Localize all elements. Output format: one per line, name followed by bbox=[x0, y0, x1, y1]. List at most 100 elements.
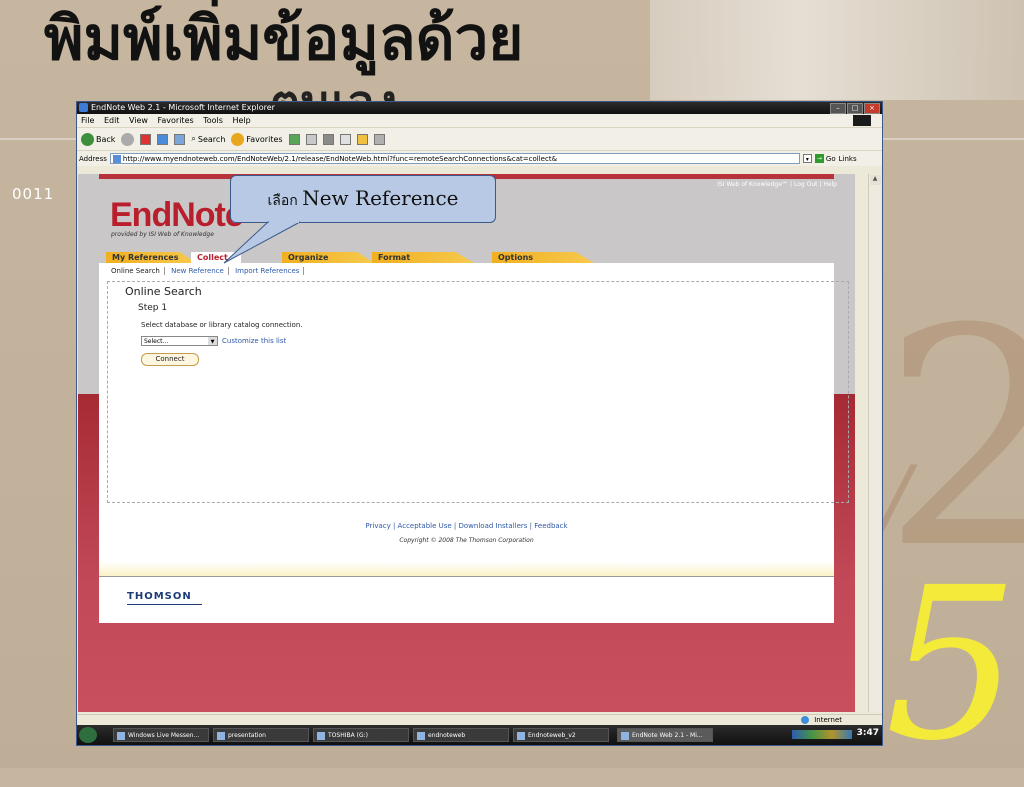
step-heading: Step 1 bbox=[138, 303, 168, 313]
task-presentation[interactable]: presentation bbox=[213, 728, 309, 742]
subnav-new-reference[interactable]: New Reference bbox=[167, 267, 229, 275]
menu-view[interactable]: View bbox=[129, 116, 148, 125]
connect-button[interactable]: Connect bbox=[141, 353, 199, 366]
back-label: Back bbox=[96, 134, 116, 144]
taskbar: Windows Live Messen... presentation TOSH… bbox=[77, 725, 882, 745]
header-links[interactable]: ISI Web of Knowledge℠ | Log Out | Help bbox=[717, 181, 837, 188]
messenger-icon bbox=[117, 732, 125, 740]
back-button[interactable]: Back bbox=[81, 132, 116, 146]
instruction-text: Select database or library catalog conne… bbox=[141, 321, 303, 329]
task-label: EndNote Web 2.1 - Mi... bbox=[632, 732, 703, 739]
thomson-band: THOMSON bbox=[99, 576, 834, 623]
address-url: http://www.myendnoteweb.com/EndNoteWeb/2… bbox=[122, 155, 558, 163]
subnav-import-references[interactable]: Import References bbox=[231, 267, 305, 275]
search-label: Search bbox=[197, 134, 226, 144]
tab-options[interactable]: Options bbox=[492, 252, 594, 263]
refresh-icon[interactable] bbox=[157, 133, 169, 145]
task-label: endnoteweb bbox=[428, 732, 466, 739]
favorites-button[interactable]: Favorites bbox=[231, 132, 283, 146]
back-arrow-icon bbox=[81, 132, 94, 146]
task-label: Windows Live Messen... bbox=[128, 732, 200, 739]
chevron-down-icon: ▼ bbox=[208, 337, 217, 345]
favorites-label: Favorites bbox=[246, 134, 283, 144]
section-heading: Online Search bbox=[125, 285, 202, 298]
menu-help[interactable]: Help bbox=[232, 116, 250, 125]
address-label: Address bbox=[79, 154, 107, 163]
task-endnoteweb[interactable]: endnoteweb bbox=[413, 728, 509, 742]
task-label: Endnoteweb_v2 bbox=[528, 732, 576, 739]
menu-tools[interactable]: Tools bbox=[203, 116, 223, 125]
ie-icon bbox=[621, 732, 629, 740]
history-icon[interactable] bbox=[288, 133, 300, 145]
menu-file[interactable]: File bbox=[81, 116, 94, 125]
callout-box: เลือก New Reference bbox=[230, 175, 496, 223]
print-icon[interactable] bbox=[322, 133, 334, 145]
task-messenger[interactable]: Windows Live Messen... bbox=[113, 728, 209, 742]
go-arrow-icon: → bbox=[814, 154, 824, 163]
tab-format[interactable]: Format bbox=[372, 252, 474, 263]
callout-text: New Reference bbox=[302, 186, 459, 210]
copyright-text: Copyright © 2008 The Thomson Corporation bbox=[399, 537, 534, 544]
tab-collect[interactable]: Collect bbox=[191, 252, 241, 263]
thomson-logo-line bbox=[127, 604, 202, 605]
task-toshiba[interactable]: TOSHIBA (G:) bbox=[313, 728, 409, 742]
main-tabs: My References Collect Organize Format Op… bbox=[106, 252, 826, 263]
browser-toolbar: Back ⌕ Search Favorites bbox=[77, 127, 882, 150]
callout-prefix: เลือก bbox=[267, 193, 303, 209]
vertical-scrollbar[interactable]: ▲ bbox=[868, 174, 881, 712]
star-icon bbox=[231, 132, 245, 146]
windows-logo-icon bbox=[853, 115, 871, 126]
go-button[interactable]: → Go bbox=[814, 154, 836, 163]
edit-icon[interactable] bbox=[339, 133, 351, 145]
ie-icon bbox=[79, 103, 88, 112]
decorative-slash: / bbox=[880, 447, 911, 552]
endnote-logo-subtitle: provided by ISI Web of Knowledge bbox=[111, 231, 214, 238]
scroll-up-icon[interactable]: ▲ bbox=[869, 175, 881, 185]
background-band bbox=[650, 0, 1024, 100]
folder-icon[interactable] bbox=[356, 133, 368, 145]
globe-icon bbox=[800, 716, 809, 724]
task-endnoteweb-v2[interactable]: Endnoteweb_v2 bbox=[513, 728, 609, 742]
slide-number: 0011 bbox=[12, 185, 55, 203]
maximize-icon[interactable]: □ bbox=[847, 103, 863, 114]
address-dropdown-icon[interactable]: ▾ bbox=[802, 154, 812, 163]
tab-my-references[interactable]: My References bbox=[106, 252, 196, 263]
footer-links[interactable]: Privacy | Acceptable Use | Download Inst… bbox=[99, 522, 834, 530]
search-icon: ⌕ bbox=[191, 134, 196, 143]
mail-icon[interactable] bbox=[305, 133, 317, 145]
subnav: Online Search New Reference Import Refer… bbox=[107, 265, 305, 277]
page-content: ISI Web of Knowledge℠ | Log Out | Help E… bbox=[78, 174, 855, 712]
address-input[interactable]: http://www.myendnoteweb.com/EndNoteWeb/2… bbox=[109, 153, 800, 164]
stop-icon[interactable] bbox=[140, 133, 152, 145]
task-ie-endnote[interactable]: EndNote Web 2.1 - Mi... bbox=[617, 728, 713, 742]
drive-icon bbox=[317, 732, 325, 740]
folder-icon bbox=[217, 732, 225, 740]
menu-favorites[interactable]: Favorites bbox=[158, 116, 194, 125]
window-titlebar: EndNote Web 2.1 - Microsoft Internet Exp… bbox=[77, 102, 882, 114]
search-button[interactable]: ⌕ Search bbox=[191, 134, 225, 144]
thomson-logo: THOMSON bbox=[127, 591, 192, 602]
ppt-icon bbox=[417, 732, 425, 740]
menu-edit[interactable]: Edit bbox=[104, 116, 120, 125]
system-tray-icons[interactable] bbox=[792, 730, 852, 739]
minimize-icon[interactable]: – bbox=[830, 103, 846, 114]
close-icon[interactable]: × bbox=[864, 103, 880, 114]
home-icon[interactable] bbox=[174, 133, 186, 145]
ppt-icon bbox=[517, 732, 525, 740]
connection-select-value: Select... bbox=[144, 338, 169, 345]
customize-list-link[interactable]: Customize this list bbox=[222, 337, 286, 345]
page-icon bbox=[112, 155, 121, 163]
window-title: EndNote Web 2.1 - Microsoft Internet Exp… bbox=[91, 103, 275, 112]
clock: 3:47 bbox=[856, 728, 879, 738]
tab-organize[interactable]: Organize bbox=[282, 252, 374, 263]
start-button[interactable] bbox=[79, 727, 97, 743]
subnav-online-search[interactable]: Online Search bbox=[107, 267, 165, 275]
online-search-box: Online Search Step 1 Select database or … bbox=[107, 281, 849, 503]
task-label: presentation bbox=[228, 732, 266, 739]
forward-arrow-icon[interactable] bbox=[121, 132, 135, 146]
research-icon[interactable] bbox=[373, 133, 385, 145]
task-label: TOSHIBA (G:) bbox=[328, 732, 368, 739]
links-label[interactable]: Links bbox=[839, 155, 857, 163]
connection-select[interactable]: Select... ▼ bbox=[141, 336, 218, 346]
address-bar: Address http://www.myendnoteweb.com/EndN… bbox=[77, 150, 882, 166]
